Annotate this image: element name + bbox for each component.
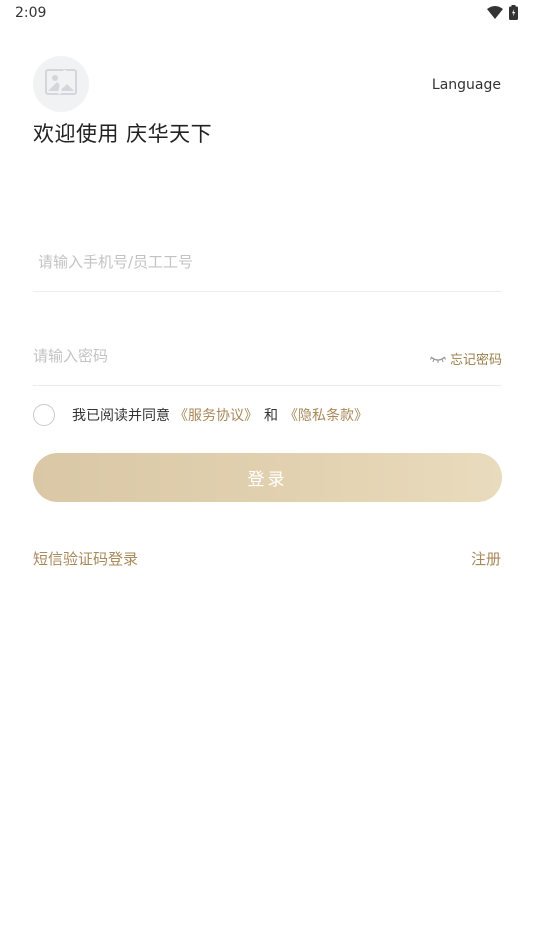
status-icons [487,5,518,20]
register-link[interactable]: 注册 [471,548,501,569]
phone-input[interactable] [38,253,507,271]
avatar [33,56,89,112]
wifi-icon [487,6,503,19]
sms-login-link[interactable]: 短信验证码登录 [33,548,138,569]
password-field: 忘记密码 [33,337,502,386]
agreement-and: 和 [264,408,278,424]
login-button[interactable]: 登录 [33,453,502,502]
forgot-password-link[interactable]: 忘记密码 [450,349,502,368]
phone-field [33,243,507,292]
agreement-prefix: 我已阅读并同意 [72,408,170,424]
agreement-checkbox[interactable] [33,404,55,426]
image-placeholder-icon [45,69,77,99]
status-bar: 2:09 [0,0,534,28]
battery-icon [509,5,518,20]
service-agreement-link[interactable]: 《服务协议》 [174,405,258,425]
privacy-policy-link[interactable]: 《隐私条款》 [284,405,368,425]
language-link[interactable]: Language [432,77,501,93]
agreement-row: 我已阅读并同意 《服务协议》 和 《隐私条款》 [33,404,368,426]
password-input[interactable] [33,347,393,365]
welcome-title: 欢迎使用 庆华天下 [33,122,213,146]
eye-closed-icon[interactable] [429,354,446,364]
status-time: 2:09 [15,5,47,21]
password-actions: 忘记密码 [429,349,502,368]
